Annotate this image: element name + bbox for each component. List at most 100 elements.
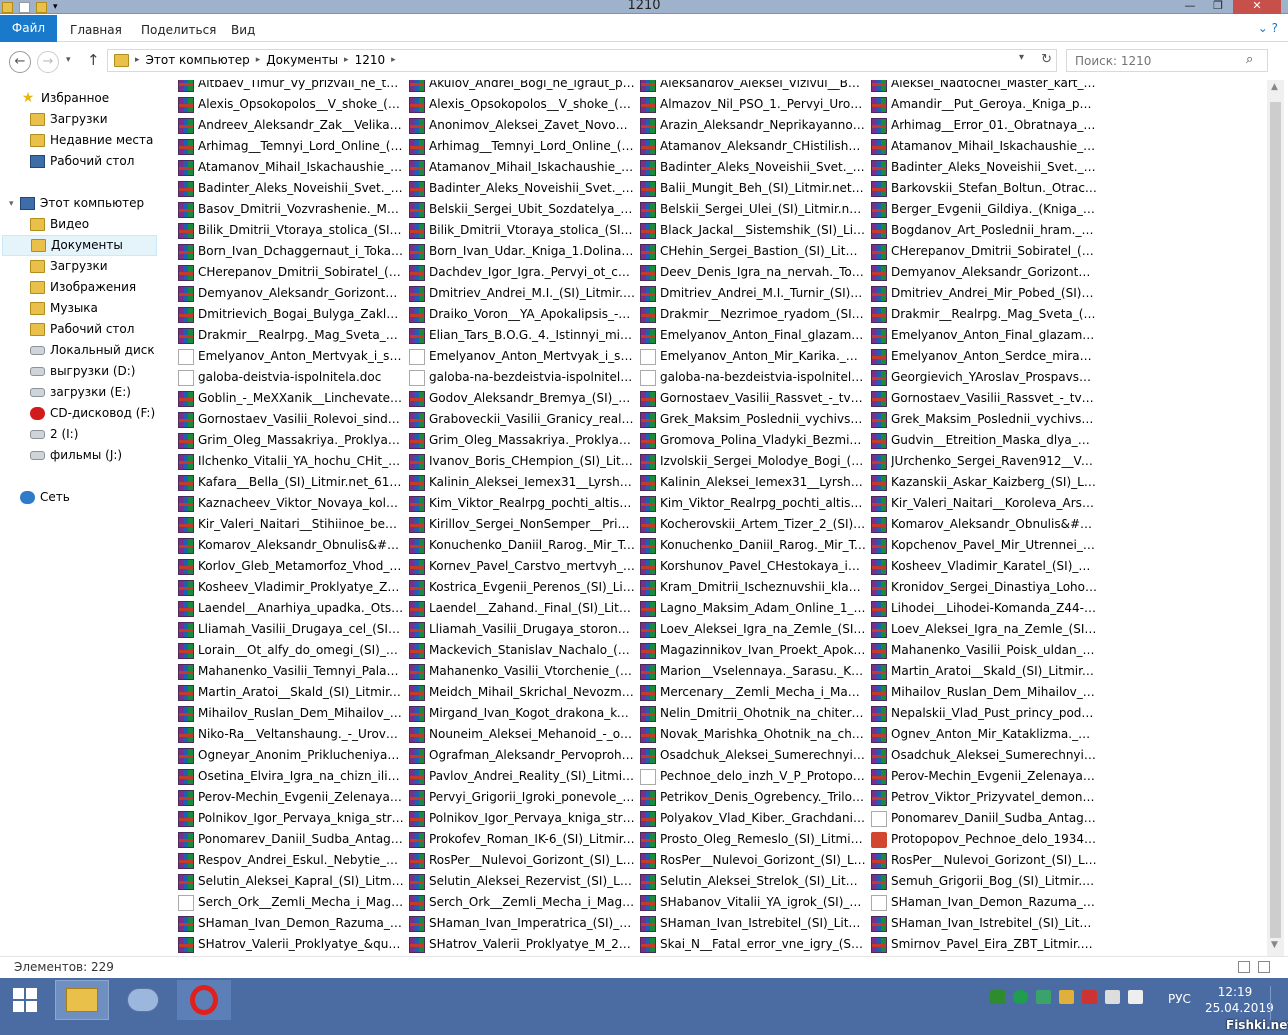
file-item[interactable]: Arhimag__Temnyi_Lord_Online_(SI)_L... [409,136,635,157]
file-item[interactable]: Kocherovskii_Artem_Tizer_2_(SI)_Lit... [640,514,866,535]
file-item[interactable]: Mihailov_Ruslan_Dem_Mihailov__Az... [871,682,1097,703]
file-item[interactable]: Demyanov_Aleksandr_Gorizonty_raz... [178,283,404,304]
details-view-icon[interactable] [1238,961,1250,973]
sidebar-item-drive-e[interactable]: загрузки (E:) [30,382,131,403]
file-item[interactable]: Magazinnikov_Ivan_Proekt_Apokalip... [640,640,866,661]
file-item[interactable]: Badinter_Aleks_Noveishii_Svet._Ingv... [409,178,635,199]
file-item[interactable]: Born_Ivan_Udar._Kniga_1.Dolina_Tre... [409,241,635,262]
file-item[interactable]: Atamanov_Mihail_Iskachaushie_real... [871,136,1097,157]
file-item[interactable]: Prosto_Oleg_Remeslo_(SI)_Litmir.net... [640,829,866,850]
file-item[interactable]: Dmitriev_Andrei_M.I._Turnir_(SI)_Lit... [640,283,866,304]
file-item[interactable]: Ografman_Aleksandr_Pervoprohode... [409,745,635,766]
file-item[interactable]: SHatrov_Valerii_Proklyatye_M_2_(SI)... [409,934,635,955]
file-item[interactable]: Alexis_Opsokopolos__V_shoke_(SI)_L... [178,94,404,115]
file-item[interactable]: Basov_Dmitrii_Vozvrashenie._Mainkr... [178,199,404,220]
file-item[interactable]: RosPer__Nulevoi_Gorizont_(SI)_Litmi... [640,850,866,871]
expand-arrow-icon[interactable]: ▾ [9,199,14,209]
sidebar-item-drive-i[interactable]: 2 (I:) [30,424,78,445]
file-item[interactable]: SHaman_Ivan_Demon_Razuma_(SI)_... [178,913,404,934]
file-item[interactable]: SHaman_Ivan_Istrebitel_(SI)_Litmir.n... [640,913,866,934]
file-item[interactable]: Dmitriev_Andrei_Mir_Pobed_(SI)_Lit... [871,283,1097,304]
file-item[interactable]: Ogneyar_Anonim_Priklucheniya_Og... [178,745,404,766]
file-item[interactable]: Arhimag__Temnyi_Lord_Online_(SI)_... [178,136,404,157]
file-item[interactable]: Prokofev_Roman_IK-6_(SI)_Litmir.net... [409,829,635,850]
file-item[interactable]: Akulov_Andrei_Bogi_ne_igraut_po_p... [409,80,635,94]
file-item[interactable]: Selutin_Aleksei_Strelok_(SI)_Litmir.ne..… [640,871,866,892]
file-item[interactable]: Kafara__Bella_(SI)_Litmir.net_613567_... [178,472,404,493]
file-item[interactable]: SHaman_Ivan_Imperatrica_(SI)_Litmi... [409,913,635,934]
file-item[interactable]: Mahanenko_Vasilii_Vtorchenie_(SI)_L... [409,661,635,682]
file-item[interactable]: CHerepanov_Dmitrii_Sobiratel_(SI)_L... [871,241,1097,262]
sidebar-item-music[interactable]: Музыка [30,298,98,319]
file-item[interactable]: Badinter_Aleks_Noveishii_Svet._Ingv... [178,178,404,199]
file-item[interactable]: SHaman_Ivan_Istrebitel_(SI)_Litmir.n... [871,913,1097,934]
file-item[interactable]: Mahanenko_Vasilii_Temnyi_Paladin.... [178,661,404,682]
file-item[interactable]: Black_Jackal__Sistemshik_(SI)_Litmir... [640,220,866,241]
file-item[interactable]: Dachdev_Igor_Igra._Pervyi_ot_chelov... [409,262,635,283]
recent-locations-icon[interactable]: ▾ [66,55,71,65]
file-item[interactable]: Respov_Andrei_Eskul._Nebytie_Varra... [178,850,404,871]
file-item[interactable]: Anonimov_Aleksei_Zavet_Novogo_... [409,115,635,136]
file-item[interactable]: RosPer__Nulevoi_Gorizont_(SI)_Litmi... [871,850,1097,871]
file-item[interactable]: Gornostaev_Vasilii_Rassvet_-_tvoi_vr... [640,388,866,409]
file-item[interactable]: Lagno_Maksim_Adam_Online_1_Abs... [640,598,866,619]
file-item[interactable]: Gornostaev_Vasilii_Rassvet_-_tvoi_vr... [871,388,1097,409]
file-item[interactable]: SHabanov_Vitalii_YA_igrok_(SI)_Litm... [640,892,866,913]
file-item[interactable]: CHerepanov_Dmitrii_Sobiratel_(SI)_L... [178,262,404,283]
file-item[interactable]: Nepalskii_Vlad_Pust_princy_podoch... [871,703,1097,724]
file-item[interactable]: JUrchenko_Sergei_Raven912__Volei_... [871,451,1097,472]
file-item[interactable]: Bilik_Dmitrii_Vtoraya_stolica_(SI)_Lit..… [409,220,635,241]
file-item[interactable]: Georgievich_YAroslav_Prospavshii_s... [871,367,1097,388]
file-item[interactable]: Petrov_Viktor_Prizyvatel_demonov_(... [871,787,1097,808]
file-item[interactable]: Kir_Valeri_Naitari__Koroleva_Arselii_(..… [871,493,1097,514]
file-item[interactable]: RosPer__Nulevoi_Gorizont_(SI)_Litmi... [409,850,635,871]
network-error-icon[interactable] [1082,990,1097,1004]
file-item[interactable]: Atamanov_Mihail_Iskachaushie_real... [178,157,404,178]
chevron-right-icon[interactable]: ▸ [256,50,261,71]
sidebar-item-recent[interactable]: Недавние места [30,130,153,151]
clock[interactable]: 12:19 25.04.2019 [1205,984,1274,1016]
file-item[interactable]: Balii_Mungit_Beh_(SI)_Litmir.net_621... [640,178,866,199]
maximize-button[interactable]: ❐ [1204,0,1232,14]
file-item[interactable]: Nouneim_Aleksei_Mehanoid_-_onlai... [409,724,635,745]
breadcrumb-1210[interactable]: 1210 [355,50,386,71]
tab-file[interactable]: Файл [0,15,57,42]
file-item[interactable]: Mirgand_Ivan_Kogot_drakona_kost_... [409,703,635,724]
file-item[interactable]: Skai_N__Fatal_error_vne_igry_(SI)_Lit... [640,934,866,955]
file-item[interactable]: Andreev_Aleksandr_Zak__Velikaya_Ig... [178,115,404,136]
signal-icon[interactable] [1105,990,1120,1004]
file-item[interactable]: Semuh_Grigorii_Bog_(SI)_Litmir.net_... [871,871,1097,892]
file-item[interactable]: Goblin_-_MeXXanik__Linchevatel_(SI... [178,388,404,409]
file-item[interactable]: Drakmir__Nezrimoe_ryadom_(SI)_Lit... [640,304,866,325]
file-item[interactable]: Ponomarev_Daniil_Sudba_Antagonis... [178,829,404,850]
sidebar-item-drive-f[interactable]: CD-дисковод (F:) Co [30,403,158,424]
file-item[interactable]: Kosheev_Vladimir_Proklyatye_Zemli_... [178,577,404,598]
help-button[interactable]: ⌄ ? [1258,21,1278,35]
file-item[interactable]: Dmitrievich_Bogai_Bulyga_Zakluche... [178,304,404,325]
file-item[interactable]: Emelyanov_Anton_Mertvyak_i_snaip... [178,346,404,367]
scroll-down-icon[interactable]: ▼ [1271,940,1278,950]
file-item[interactable]: Dmitriev_Andrei_M.I._(SI)_Litmir.net_... [409,283,635,304]
file-item[interactable]: Loev_Aleksei_Igra_na_Zemle_(SI)_Lit... [871,619,1097,640]
file-item[interactable]: Kornev_Pavel_Carstvo_mertvyh_Litm... [409,556,635,577]
file-item[interactable]: Grek_Maksim_Poslednii_vychivshii._... [640,409,866,430]
file-item[interactable]: Kalinin_Aleksei_Iemex31__Lyrshik_(SI... [409,472,635,493]
file-item[interactable]: Badinter_Aleks_Noveishii_Svet._Ingv... [640,157,866,178]
file-item[interactable]: Kim_Viktor_Realrpg_pochti_altistoriy... [640,493,866,514]
file-item[interactable]: Konuchenko_Daniil_Rarog._Mir_Tell... [640,535,866,556]
chevron-right-icon[interactable]: ▸ [391,50,396,71]
file-item[interactable]: Lihodei__Lihodei-Komanda_Z44-6_(... [871,598,1097,619]
file-item[interactable]: Petrikov_Denis_Ogrebency._Trilogiy... [640,787,866,808]
file-item[interactable]: Demyanov_Aleksandr_Gorizonty_raz... [871,262,1097,283]
file-item[interactable]: Niko-Ra__Veltanshaung._-_Uroven_per... [178,724,404,745]
file-item[interactable]: Kaznacheev_Viktor_Novaya_koloniya... [178,493,404,514]
file-item[interactable]: Martin_Aratoi__Skald_(SI)_Litmir.net_... [178,682,404,703]
file-item[interactable]: Serch_Ork__Zemli_Mecha_i_Magii._S... [178,892,404,913]
file-item[interactable]: Badinter_Aleks_Noveishii_Svet._Ingv... [871,157,1097,178]
file-item[interactable]: Godov_Aleksandr_Bremya_(SI)_Litmi... [409,388,635,409]
file-item[interactable]: galoba-na-bezdeistvia-ispolnitela-n... [409,367,635,388]
file-item[interactable]: Aleksandrov_Aleksei_Vizivul__Boevoi... [640,80,866,94]
show-desktop-button[interactable] [1270,986,1280,1020]
file-item[interactable]: Osetina_Elvira_Igra_na_chizn_ili_Prikl..… [178,766,404,787]
breadcrumb-documents[interactable]: Документы [266,50,338,71]
